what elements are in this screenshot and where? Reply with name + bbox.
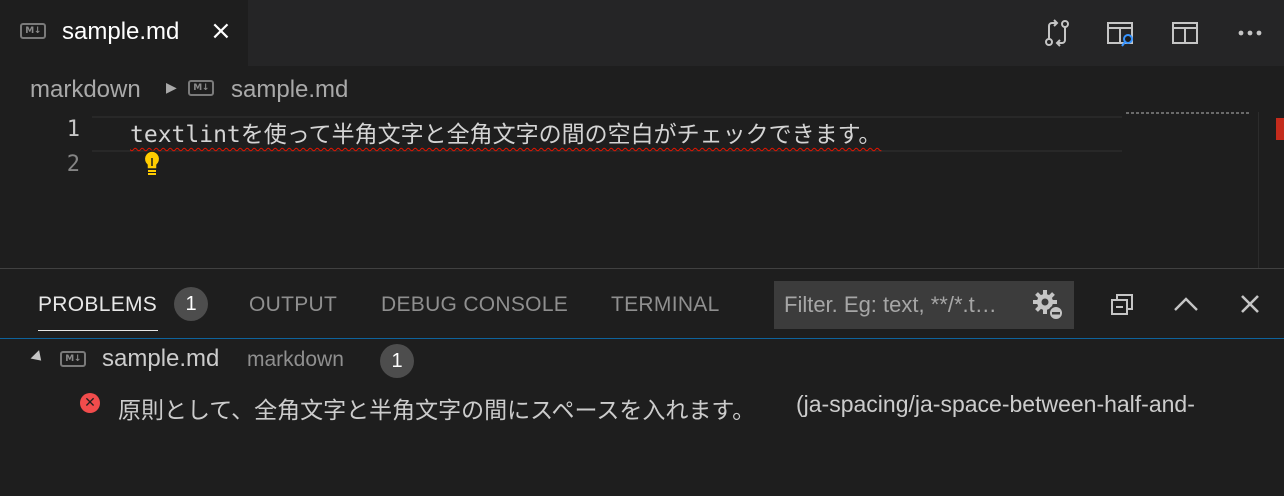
tab-output[interactable]: OUTPUT — [249, 293, 337, 317]
problem-count-badge: 1 — [380, 344, 414, 378]
breadcrumb-file[interactable]: sample.md — [231, 76, 348, 104]
editor-area[interactable]: 1 2 textlintを使って半角文字と全角文字の間の空白がチェックできます。 — [0, 112, 1284, 268]
line-number: 1 — [66, 117, 80, 142]
problem-source: (ja-spacing/ja-space-between-half-and- — [796, 391, 1195, 417]
breadcrumb-chevron-icon: ▶ — [166, 80, 177, 96]
filter-input[interactable] — [774, 281, 1030, 329]
lightbulb-icon[interactable] — [140, 148, 164, 178]
tab-sample-md[interactable]: M↓ sample.md × — [0, 0, 248, 66]
minimap-line — [1126, 112, 1250, 114]
collapse-all-icon[interactable] — [1106, 287, 1140, 321]
editor-tab-bar: M↓ sample.md × — [0, 0, 1284, 66]
bottom-panel: PROBLEMS 1 OUTPUT DEBUG CONSOLE TERMINAL — [0, 268, 1284, 496]
problem-item[interactable]: ✕ 原則として、全角文字と半角文字の間にスペースを入れます。 (ja-spaci… — [0, 385, 1284, 425]
close-panel-icon[interactable] — [1233, 287, 1267, 321]
filter-settings-icon[interactable] — [1030, 287, 1066, 323]
panel-header: PROBLEMS 1 OUTPUT DEBUG CONSOLE TERMINAL — [0, 269, 1284, 339]
error-icon: ✕ — [80, 393, 100, 413]
tab-problems[interactable]: PROBLEMS — [38, 293, 157, 317]
tab-label: sample.md — [62, 18, 180, 45]
problems-filter — [774, 281, 1074, 329]
problem-file-name: sample.md — [102, 345, 220, 372]
active-tab-indicator — [38, 330, 158, 331]
tab-terminal[interactable]: TERMINAL — [611, 293, 720, 317]
line-number: 2 — [66, 152, 80, 177]
problem-message: 原則として、全角文字と半角文字の間にスペースを入れます。 — [118, 397, 756, 423]
error-overview-marker — [1276, 118, 1284, 140]
markdown-file-icon: M↓ — [20, 23, 46, 39]
open-preview-icon[interactable] — [1104, 16, 1138, 50]
markdown-file-icon: M↓ — [188, 80, 214, 96]
source-control-compare-icon[interactable] — [1040, 16, 1074, 50]
problems-count-badge: 1 — [174, 287, 208, 321]
tab-debug-console[interactable]: DEBUG CONSOLE — [381, 293, 568, 317]
maximize-panel-icon[interactable] — [1169, 287, 1203, 321]
tab-close-icon[interactable]: × — [210, 16, 232, 46]
problems-file-row[interactable]: M↓ sample.md markdown 1 — [0, 341, 1284, 381]
more-actions-icon[interactable] — [1233, 16, 1267, 50]
breadcrumb-folder[interactable]: markdown — [30, 76, 141, 104]
markdown-file-icon: M↓ — [60, 351, 86, 367]
problem-file-dir: markdown — [247, 348, 344, 371]
breadcrumb: markdown ▶ M↓ sample.md — [0, 66, 1284, 112]
chevron-down-icon[interactable] — [30, 350, 46, 365]
split-editor-icon[interactable] — [1168, 16, 1202, 50]
minimap[interactable] — [1124, 112, 1258, 118]
code-line-1[interactable]: textlintを使って半角文字と全角文字の間の空白がチェックできます。 — [130, 115, 881, 149]
